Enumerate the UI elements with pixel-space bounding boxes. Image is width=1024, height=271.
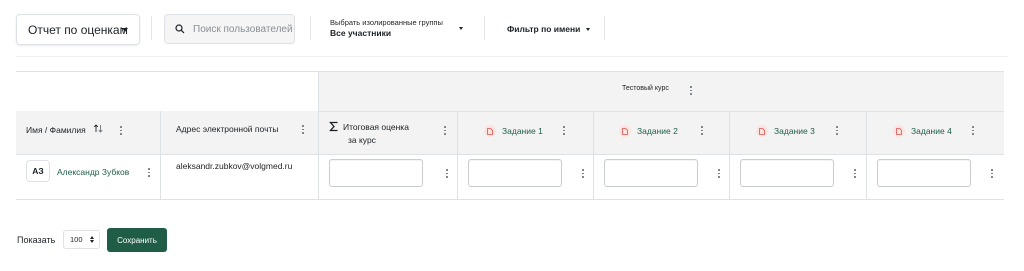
per-page-label: Показать: [17, 235, 56, 245]
table-border: [160, 111, 161, 199]
kebab-menu-icon[interactable]: [582, 169, 584, 178]
search-users[interactable]: [164, 14, 295, 44]
avatar: АЗ: [26, 160, 50, 182]
student-email: aleksandr.zubkov@volgmed.ru: [176, 161, 293, 171]
grader-table: Тестовый курс Имя / Фамилия Адрес электр…: [16, 71, 1004, 200]
toolbar-divider: [16, 56, 1008, 57]
assignment-icon: [619, 125, 631, 137]
kebab-menu-icon[interactable]: [701, 126, 703, 135]
total-column-header-line2: за курс: [348, 135, 376, 145]
table-border: [16, 199, 1004, 200]
assignment-4-label: Задание 4: [911, 126, 952, 136]
search-icon: [175, 24, 185, 34]
assignment-3-grade-input[interactable]: [740, 159, 834, 187]
total-column-header: Итоговая оценка: [343, 122, 409, 132]
table-border: [866, 111, 867, 199]
chevron-down-icon: [586, 28, 591, 32]
kebab-menu-icon[interactable]: [302, 125, 304, 134]
divider: [151, 16, 152, 40]
chevron-down-icon: [459, 27, 463, 30]
table-border: [318, 111, 1004, 112]
name-filter-label: Фильтр по имени: [507, 24, 581, 34]
course-name: Тестовый курс: [622, 85, 669, 92]
kebab-menu-icon[interactable]: [120, 126, 122, 135]
kebab-menu-icon[interactable]: [446, 169, 448, 178]
assignment-3-label: Задание 3: [774, 126, 815, 136]
per-page-value: 100: [70, 235, 83, 244]
kebab-menu-icon[interactable]: [854, 169, 856, 178]
table-border: [318, 71, 319, 199]
student-name-link[interactable]: Александр Зубков: [57, 167, 129, 177]
kebab-menu-icon[interactable]: [148, 168, 150, 177]
kebab-menu-icon[interactable]: [563, 126, 565, 135]
kebab-menu-icon[interactable]: [991, 169, 993, 178]
assignment-icon: [484, 125, 496, 137]
assignment-2-grade-input[interactable]: [604, 159, 698, 187]
group-selector[interactable]: Выбрать изолированные группы Все участни…: [330, 18, 470, 42]
table-border: [729, 111, 730, 199]
assignment-icon: [756, 125, 768, 137]
email-column-header: Адрес электронной почты: [176, 124, 279, 134]
kebab-menu-icon[interactable]: [972, 126, 974, 135]
updown-icon: [90, 236, 94, 243]
kebab-menu-icon[interactable]: [836, 126, 838, 135]
group-selector-value: Все участники: [330, 28, 392, 38]
kebab-menu-icon[interactable]: [444, 126, 446, 135]
total-grade-input[interactable]: [329, 159, 423, 187]
assignment-2-header[interactable]: Задание 2: [619, 125, 678, 137]
report-selector[interactable]: Отчет по оценкам: [16, 14, 140, 45]
table-border: [16, 71, 1004, 72]
report-selector-value: Отчет по оценкам: [28, 22, 128, 37]
assignment-4-grade-input[interactable]: [877, 159, 971, 187]
sigma-icon: [329, 121, 338, 132]
assignment-1-header[interactable]: Задание 1: [484, 125, 543, 137]
assignment-1-grade-input[interactable]: [468, 159, 562, 187]
table-border: [16, 154, 1004, 155]
kebab-menu-icon[interactable]: [718, 169, 720, 178]
sort-icon[interactable]: [93, 123, 104, 134]
assignment-icon: [893, 125, 905, 137]
divider: [310, 16, 311, 40]
table-border: [457, 111, 458, 199]
divider: [604, 16, 605, 40]
assignment-3-header[interactable]: Задание 3: [756, 125, 815, 137]
name-column-header[interactable]: Имя / Фамилия: [26, 125, 86, 135]
per-page-select[interactable]: 100: [63, 230, 100, 249]
kebab-menu-icon[interactable]: [690, 86, 692, 95]
divider: [484, 16, 485, 40]
save-button[interactable]: Сохранить: [107, 228, 167, 252]
chevron-down-icon: [122, 28, 128, 32]
group-selector-label: Выбрать изолированные группы: [330, 18, 443, 27]
name-filter[interactable]: Фильтр по имени: [507, 24, 591, 34]
search-input[interactable]: [193, 23, 293, 35]
assignment-2-label: Задание 2: [637, 126, 678, 136]
assignment-1-label: Задание 1: [502, 126, 543, 136]
table-border: [593, 111, 594, 199]
assignment-4-header[interactable]: Задание 4: [893, 125, 952, 137]
